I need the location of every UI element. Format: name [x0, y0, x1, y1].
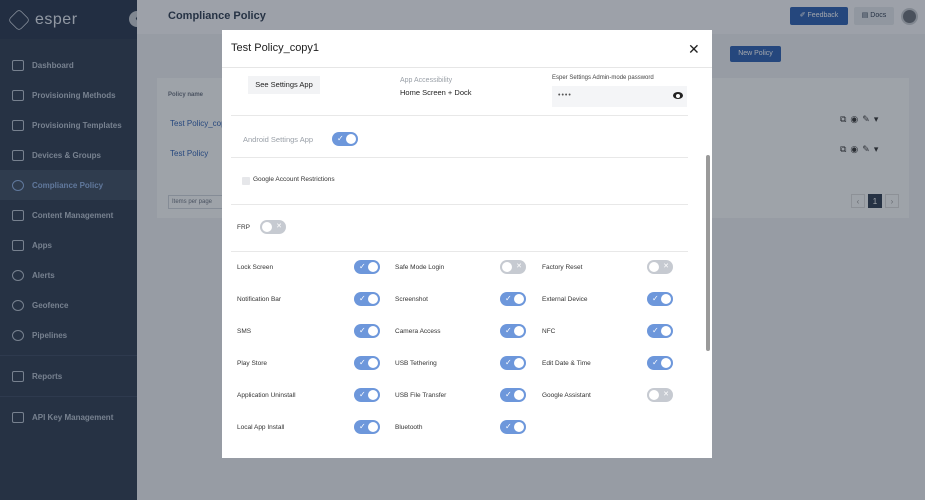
password-value: ••••: [558, 92, 572, 99]
see-settings-app-button[interactable]: See Settings App: [248, 76, 320, 94]
factory-reset-label: Factory Reset: [542, 264, 583, 271]
check-icon: ✓: [652, 358, 659, 367]
sms-label: SMS: [237, 328, 252, 335]
android-settings-toggle[interactable]: ✓: [332, 132, 358, 146]
lock-screen-toggle[interactable]: ✓: [354, 260, 380, 274]
close-icon[interactable]: ✕: [688, 42, 700, 56]
usb-file-transfer-label: USB File Transfer: [395, 392, 447, 399]
usb-tethering-label: USB Tethering: [395, 360, 437, 367]
frp-label: FRP: [237, 224, 250, 231]
play-store-toggle[interactable]: ✓: [354, 356, 380, 370]
sms-toggle[interactable]: ✓: [354, 324, 380, 338]
screenshot-toggle[interactable]: ✓: [500, 292, 526, 306]
local-app-install-label: Local App Install: [237, 424, 285, 431]
x-icon: ✕: [663, 391, 669, 398]
check-icon: ✓: [359, 390, 366, 399]
app-accessibility-label: App Accessibility: [400, 77, 453, 84]
nfc-toggle[interactable]: ✓: [647, 324, 673, 338]
safe-mode-login-label: Safe Mode Login: [395, 264, 445, 271]
check-icon: ✓: [652, 326, 659, 335]
camera-access-toggle[interactable]: ✓: [500, 324, 526, 338]
bluetooth-toggle[interactable]: ✓: [500, 420, 526, 434]
notification-bar-toggle[interactable]: ✓: [354, 292, 380, 306]
google-account-restrictions-checkbox[interactable]: [242, 177, 250, 185]
external-device-label: External Device: [542, 296, 588, 303]
x-icon: ✕: [276, 223, 282, 230]
google-account-restrictions-label: Google Account Restrictions: [253, 176, 335, 183]
check-icon: ✓: [652, 294, 659, 303]
eye-icon[interactable]: [673, 92, 683, 99]
check-icon: ✓: [505, 326, 512, 335]
google-assistant-toggle[interactable]: ✕: [647, 388, 673, 402]
screenshot-label: Screenshot: [395, 296, 428, 303]
divider: [231, 204, 688, 205]
check-icon: ✓: [505, 358, 512, 367]
check-icon: ✓: [359, 326, 366, 335]
local-app-install-toggle[interactable]: ✓: [354, 420, 380, 434]
divider: [231, 251, 688, 252]
edit-date-time-toggle[interactable]: ✓: [647, 356, 673, 370]
factory-reset-toggle[interactable]: ✕: [647, 260, 673, 274]
check-icon: ✓: [359, 358, 366, 367]
check-icon: ✓: [505, 422, 512, 431]
password-label: Esper Settings Admin-mode password: [552, 75, 654, 81]
google-assistant-label: Google Assistant: [542, 392, 591, 399]
check-icon: ✓: [505, 390, 512, 399]
check-icon: ✓: [359, 294, 366, 303]
modal-title: Test Policy_copy1: [231, 42, 320, 54]
edit-date-time-label: Edit Date & Time: [542, 360, 591, 367]
check-icon: ✓: [505, 294, 512, 303]
divider: [222, 67, 712, 68]
safe-mode-login-toggle[interactable]: ✕: [500, 260, 526, 274]
application-uninstall-label: Application Uninstall: [237, 392, 296, 399]
check-icon: ✓: [359, 422, 366, 431]
frp-toggle[interactable]: ✕: [260, 220, 286, 234]
external-device-toggle[interactable]: ✓: [647, 292, 673, 306]
usb-file-transfer-toggle[interactable]: ✓: [500, 388, 526, 402]
divider: [231, 157, 688, 158]
password-field[interactable]: ••••: [552, 86, 687, 107]
x-icon: ✕: [516, 263, 522, 270]
app-accessibility-value[interactable]: Home Screen + Dock: [400, 88, 472, 97]
notification-bar-label: Notification Bar: [237, 296, 282, 303]
check-icon: ✓: [337, 134, 344, 143]
play-store-label: Play Store: [237, 360, 267, 367]
divider: [231, 115, 688, 116]
nfc-label: NFC: [542, 328, 556, 335]
modal-scrollbar[interactable]: [706, 155, 710, 351]
usb-tethering-toggle[interactable]: ✓: [500, 356, 526, 370]
android-settings-label: Android Settings App: [243, 135, 314, 144]
camera-access-label: Camera Access: [395, 328, 441, 335]
check-icon: ✓: [359, 262, 366, 271]
application-uninstall-toggle[interactable]: ✓: [354, 388, 380, 402]
x-icon: ✕: [663, 263, 669, 270]
lock-screen-label: Lock Screen: [237, 264, 274, 271]
bluetooth-label: Bluetooth: [395, 424, 423, 431]
policy-modal: Test Policy_copy1 ✕ See Settings App App…: [222, 30, 712, 458]
